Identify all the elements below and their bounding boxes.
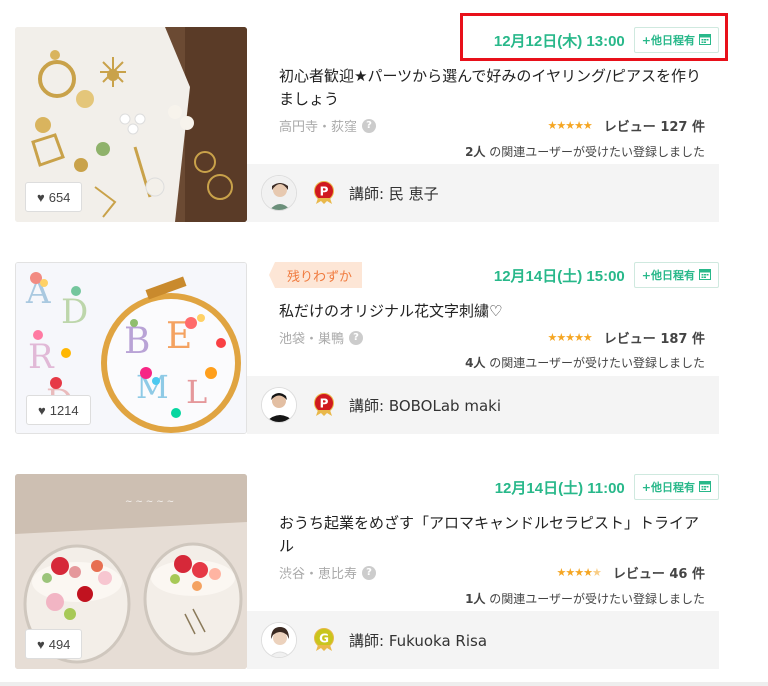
teacher-row[interactable]: P 講師: BOBOLab maki (247, 376, 719, 434)
like-button[interactable]: ♥ 654 (25, 182, 83, 212)
listing-card[interactable]: A D R D B E M L ♥ 1214 残りわずか 12月14日(土) 1… (15, 262, 719, 434)
listing-location: 池袋・巣鴨 ? (279, 328, 364, 347)
like-button[interactable]: ♥ 1214 (26, 395, 91, 425)
date-highlight-box (460, 13, 728, 61)
interested-users: 4人 の関連ユーザーが受けたい登録しました (465, 354, 705, 371)
rating-stars: ★★★★★ (556, 566, 602, 579)
listing-title[interactable]: おうち起業をめざす「アロマキャンドルセラピスト」トライアル (279, 512, 709, 558)
heart-icon: ♥ (38, 402, 46, 418)
review-summary[interactable]: ★★★★★ レビュー 187 件 (547, 328, 705, 347)
interested-users: 2人 の関連ユーザーが受けたい登録しました (465, 143, 705, 160)
teacher-name[interactable]: 講師: Fukuoka Risa (349, 630, 487, 651)
rank-badge: G (313, 628, 335, 652)
date-row: 12月14日(土) 15:00 +他日程有 (494, 262, 719, 288)
listing-location: 渋谷・恵比寿 ? (279, 563, 377, 582)
question-icon[interactable]: ? (362, 565, 377, 580)
teacher-avatar[interactable] (261, 175, 297, 211)
other-dates-label: +他日程有 (641, 481, 695, 494)
users-text: の関連ユーザーが受けたい登録しました (485, 145, 705, 159)
other-dates-button[interactable]: +他日程有 (633, 474, 719, 500)
teacher-name[interactable]: 講師: BOBOLab maki (349, 395, 501, 416)
svg-text:R: R (28, 337, 55, 377)
users-text: の関連ユーザーが受けたい登録しました (485, 356, 705, 370)
listing-title[interactable]: 初心者歓迎★パーツから選んで好みのイヤリング/ピアスを作りましょう (279, 65, 709, 111)
teacher-row[interactable]: P 講師: 民 恵子 (247, 164, 719, 222)
listing-location: 高円寺・荻窪 ? (279, 116, 377, 135)
listing-image[interactable]: ♥ 654 (15, 27, 247, 222)
rating-stars: ★★★★★ (547, 119, 592, 132)
svg-text:P: P (320, 397, 329, 411)
svg-text:D: D (61, 292, 88, 332)
svg-text:~ ~ ~ ~ ~: ~ ~ ~ ~ ~ (125, 497, 174, 507)
users-count: 4人 (465, 356, 486, 370)
listing-card[interactable]: ~ ~ ~ ~ ~ ♥ 494 12月14日(土) 11:00 +他日程有 おう… (15, 474, 719, 669)
teacher-avatar[interactable] (261, 622, 297, 658)
listing-title[interactable]: 私だけのオリジナル花文字刺繍♡ (279, 300, 709, 323)
review-summary[interactable]: ★★★★★ レビュー 46 件 (557, 563, 705, 582)
heart-icon: ♥ (37, 636, 45, 652)
teacher-row[interactable]: G 講師: Fukuoka Risa (247, 611, 719, 669)
listing-image[interactable]: A D R D B E M L ♥ 1214 (15, 262, 247, 434)
users-count: 1人 (465, 592, 486, 606)
teacher-name[interactable]: 講師: 民 恵子 (349, 183, 439, 204)
location-text: 渋谷・恵比寿 (279, 567, 358, 582)
calendar-icon (699, 480, 711, 495)
calendar-icon (699, 268, 711, 283)
users-text: の関連ユーザーが受けたい登録しました (485, 592, 705, 606)
few-seats-badge: 残りわずか (268, 262, 363, 288)
teacher-avatar[interactable] (261, 387, 297, 423)
listing-image[interactable]: ~ ~ ~ ~ ~ ♥ 494 (15, 474, 247, 669)
svg-text:L: L (186, 373, 207, 411)
like-button[interactable]: ♥ 494 (25, 629, 83, 659)
event-date[interactable]: 12月14日(土) 15:00 (494, 265, 625, 286)
review-count: レビュー 127 件 (603, 120, 705, 135)
date-row: 12月14日(土) 11:00 +他日程有 (495, 474, 719, 500)
like-count: 494 (48, 636, 71, 652)
rank-badge: P (313, 181, 335, 205)
question-icon[interactable]: ? (349, 330, 364, 345)
review-count: レビュー 187 件 (603, 332, 705, 347)
question-icon[interactable]: ? (362, 118, 377, 133)
rank-badge: P (313, 393, 335, 417)
rating-stars: ★★★★★ (547, 331, 592, 344)
svg-text:B: B (124, 321, 150, 362)
other-dates-label: +他日程有 (641, 269, 695, 282)
heart-icon: ♥ (37, 189, 45, 205)
review-summary[interactable]: ★★★★★ レビュー 127 件 (547, 116, 705, 135)
svg-text:P: P (320, 185, 329, 199)
like-count: 1214 (49, 402, 79, 418)
interested-users: 1人 の関連ユーザーが受けたい登録しました (465, 590, 705, 607)
location-text: 池袋・巣鴨 (279, 332, 345, 347)
event-date[interactable]: 12月14日(土) 11:00 (495, 477, 625, 498)
svg-text:G: G (319, 632, 329, 646)
review-count: レビュー 46 件 (612, 567, 705, 582)
other-dates-button[interactable]: +他日程有 (633, 262, 719, 288)
bottom-divider (0, 682, 768, 686)
like-count: 654 (48, 189, 71, 205)
users-count: 2人 (465, 145, 486, 159)
location-text: 高円寺・荻窪 (279, 120, 358, 135)
